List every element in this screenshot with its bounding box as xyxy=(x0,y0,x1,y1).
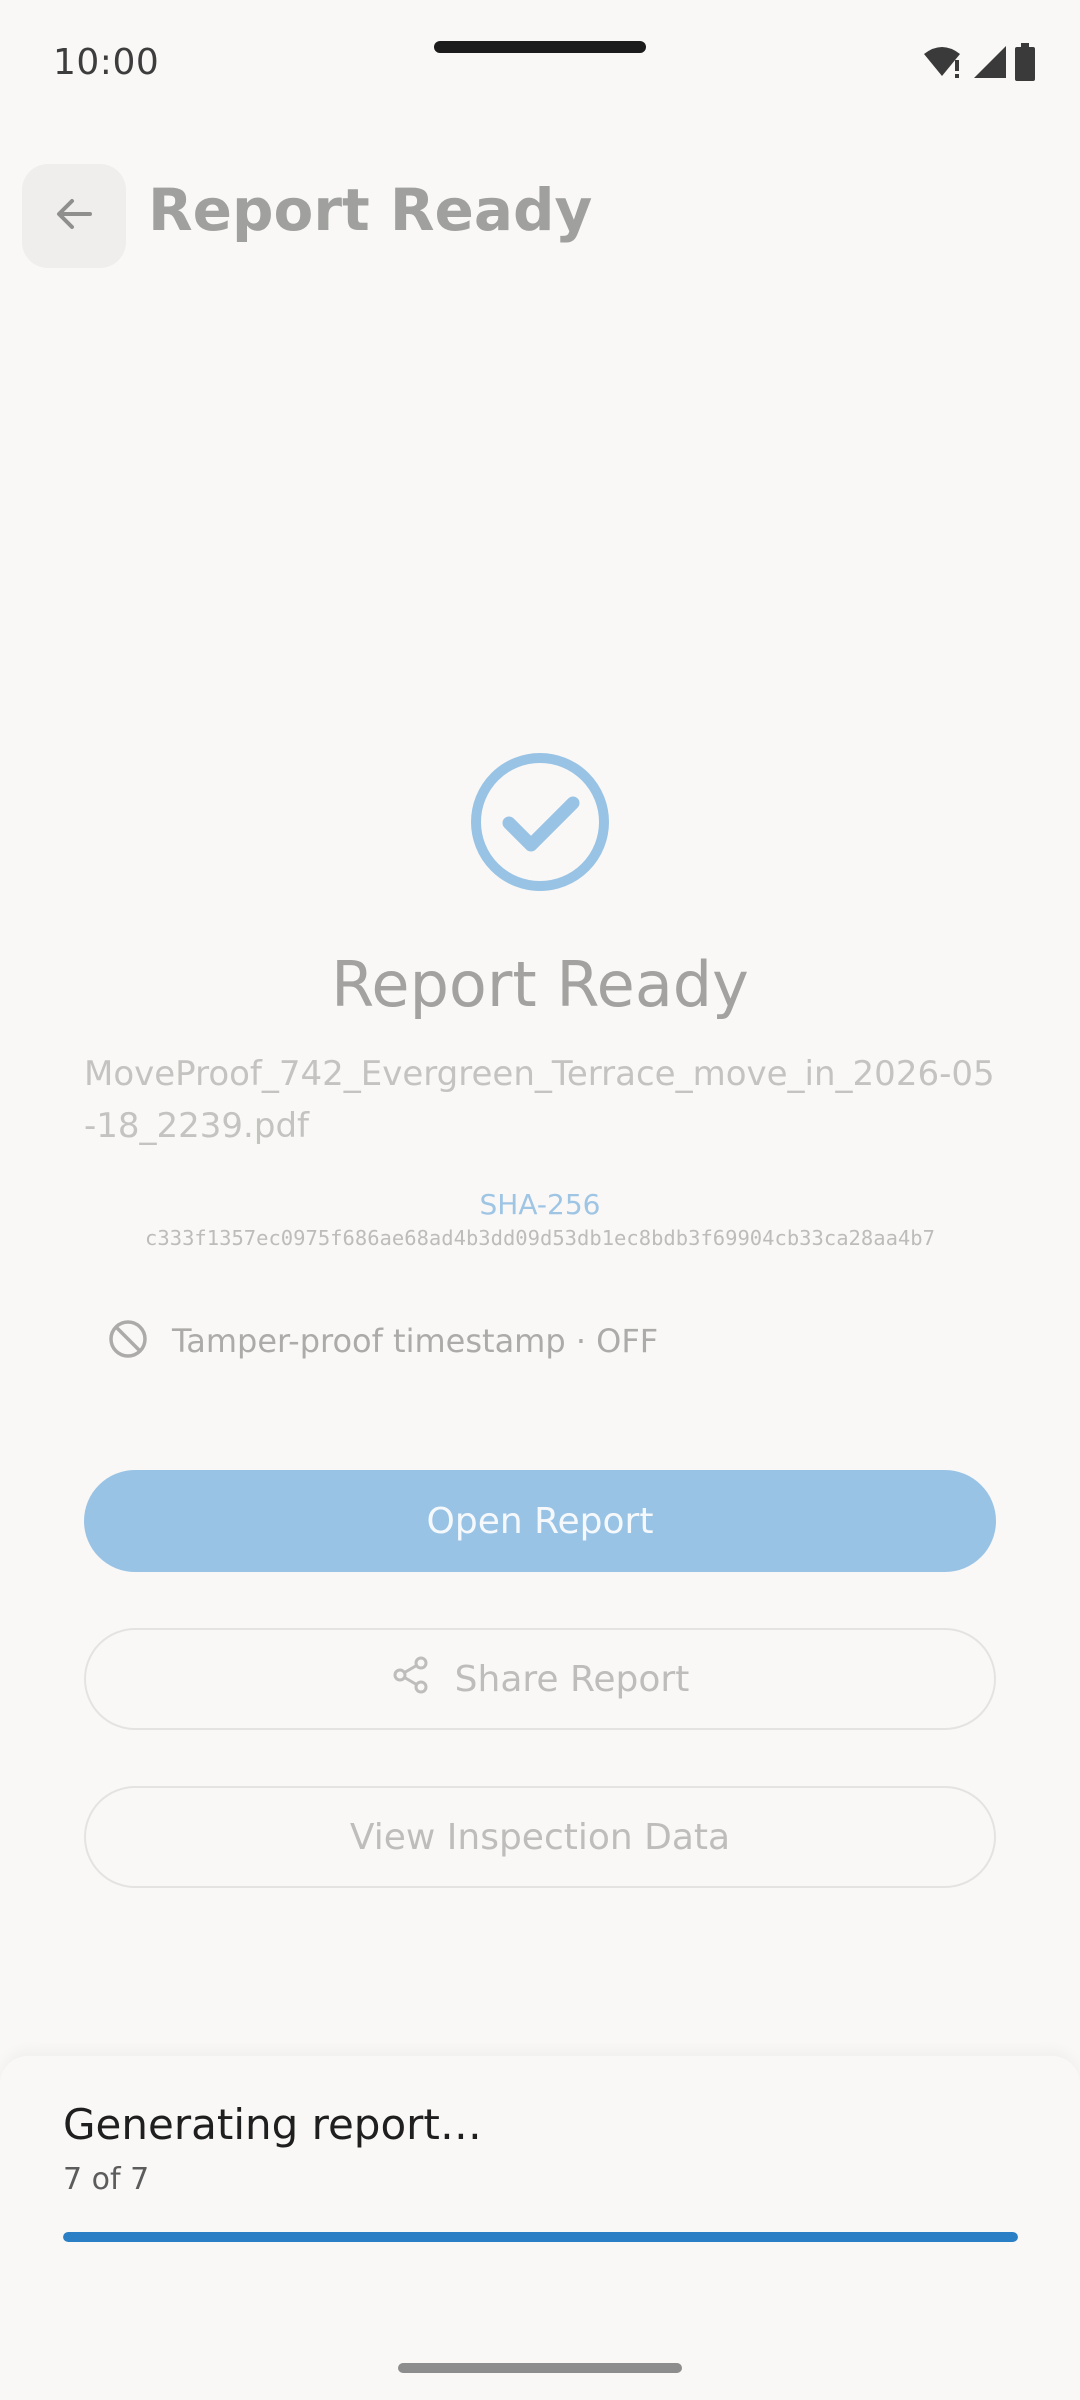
progress-bar-fill xyxy=(63,2232,1018,2242)
share-report-label: Share Report xyxy=(454,1658,690,1700)
report-ready-screen: 10:00 Report Ready Report Ready MoveProo… xyxy=(0,0,1080,2400)
view-inspection-data-button[interactable]: View Inspection Data xyxy=(84,1786,996,1888)
view-inspection-data-label: View Inspection Data xyxy=(349,1816,731,1858)
app-bar-title: Report Ready xyxy=(148,176,593,244)
open-report-label: Open Report xyxy=(426,1500,654,1542)
progress-sheet: Generating report… 7 of 7 xyxy=(0,2056,1080,2400)
result-heading: Report Ready xyxy=(331,948,749,1021)
signal-icon xyxy=(972,44,1008,84)
home-indicator[interactable] xyxy=(398,2363,682,2373)
share-icon xyxy=(391,1655,431,1704)
tamper-status-text: Tamper-proof timestamp · OFF xyxy=(172,1322,659,1360)
progress-bar xyxy=(63,2232,1018,2242)
check-circle-icon xyxy=(469,751,611,893)
status-icons xyxy=(922,43,1036,85)
progress-step-text: 7 of 7 xyxy=(63,2162,150,2197)
hash-label: SHA-256 xyxy=(479,1188,601,1221)
progress-title: Generating report… xyxy=(63,2100,482,2149)
open-report-button[interactable]: Open Report xyxy=(84,1470,996,1572)
status-time: 10:00 xyxy=(53,42,160,83)
hash-value: c333f1357ec0975f686ae68ad4b3dd09d53db1ec… xyxy=(145,1226,935,1250)
wifi-alert-icon xyxy=(922,44,966,84)
camera-notch xyxy=(434,41,646,53)
status-bar: 10:00 xyxy=(0,0,1080,130)
share-report-button[interactable]: Share Report xyxy=(84,1628,996,1730)
battery-icon xyxy=(1014,43,1036,85)
block-icon xyxy=(106,1317,150,1365)
back-button[interactable] xyxy=(22,164,126,268)
arrow-left-icon xyxy=(50,190,98,242)
report-filename: MoveProof_742_Evergreen_Terrace_move_in_… xyxy=(84,1054,995,1146)
tamper-proof-status: Tamper-proof timestamp · OFF xyxy=(106,1317,658,1365)
